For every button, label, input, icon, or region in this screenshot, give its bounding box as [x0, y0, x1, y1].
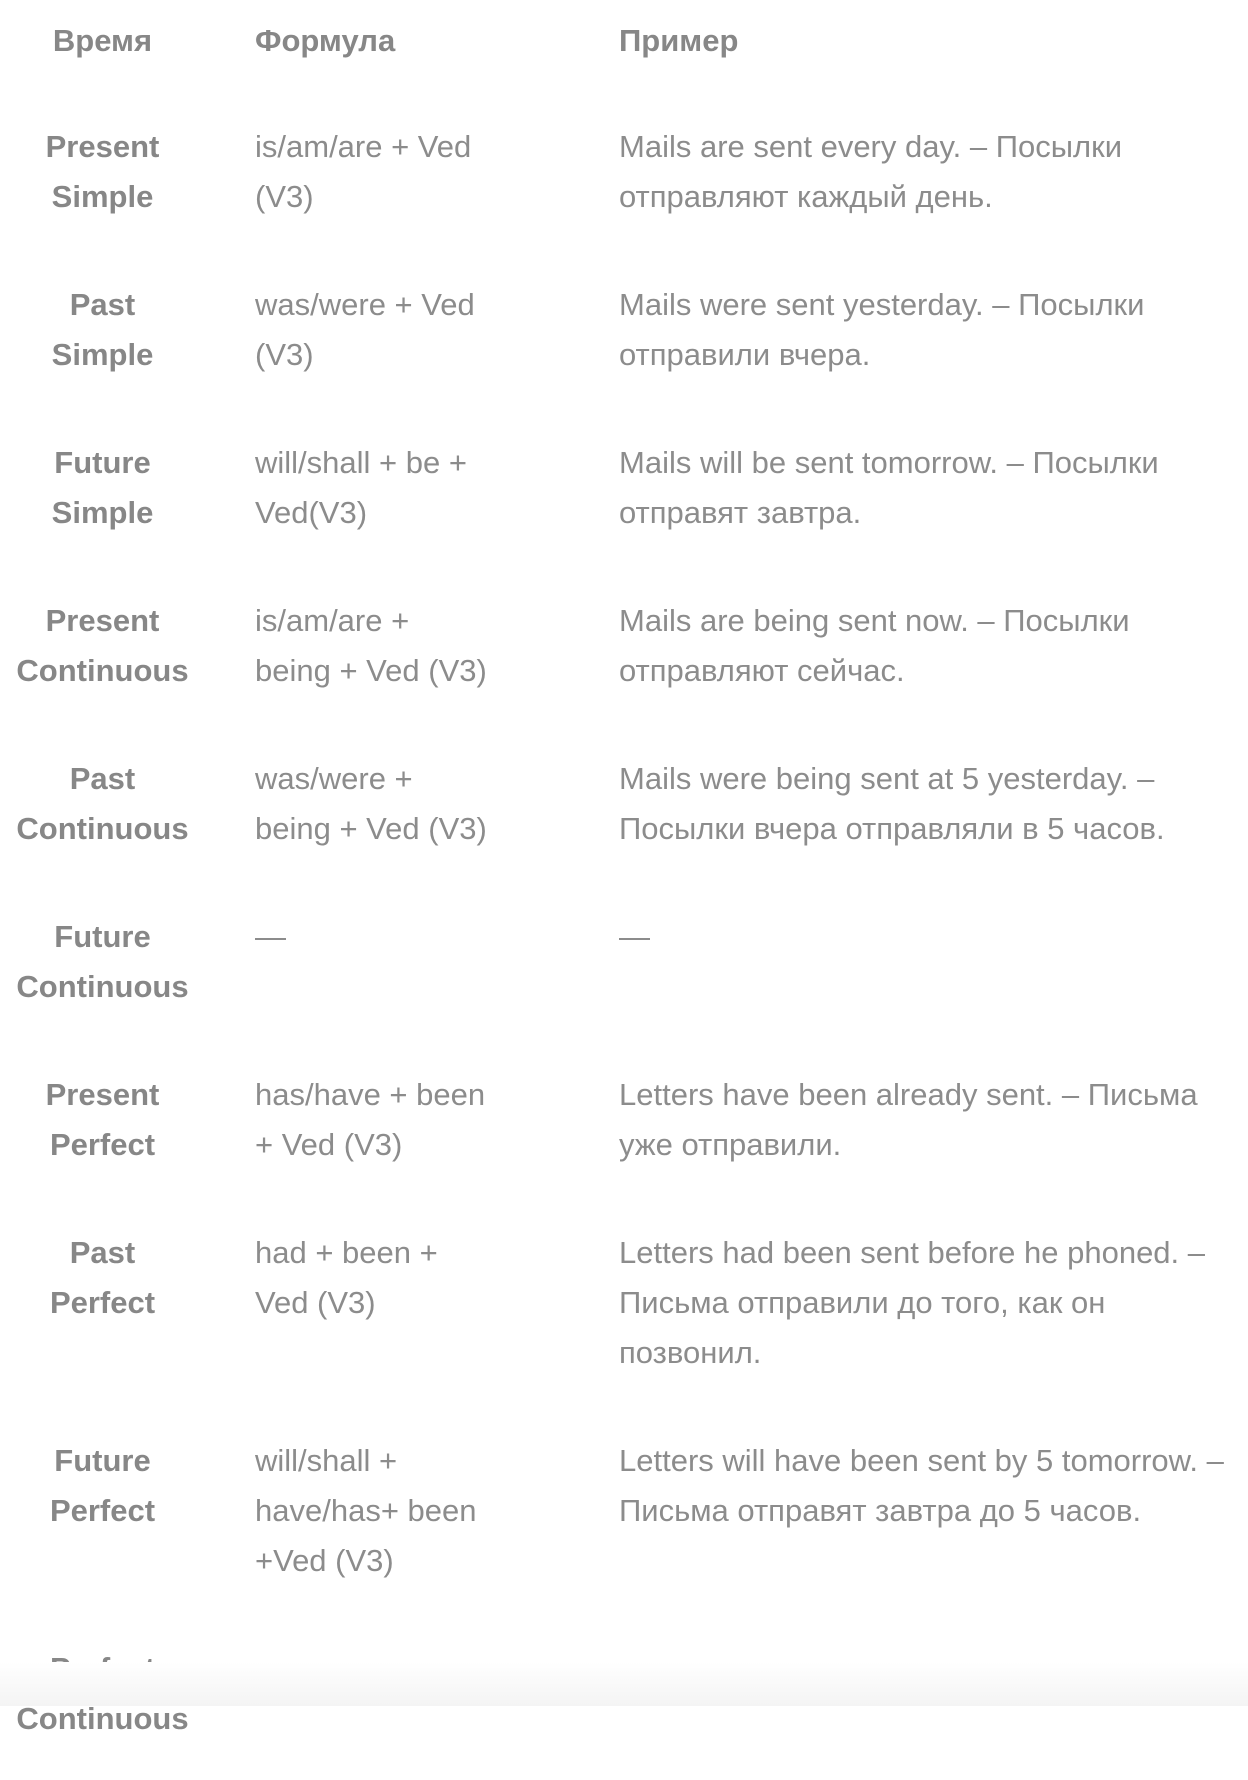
formula-cell-line: have/has+ been — [255, 1493, 477, 1528]
formula-cell-line: was/were + Ved — [255, 287, 475, 322]
table-row: Future Continuous — — — [0, 890, 1248, 1048]
table-row: Present Simple is/am/are + Ved (V3) Mails ar… — [0, 100, 1248, 258]
table-row: Past Simple was/were + Ved (V3) Mails were s… — [0, 258, 1248, 416]
formula-cell-line: is/am/are + Ved — [255, 129, 472, 164]
example-cell-line: Письма отправят завтра до 5 часов. — [619, 1493, 1142, 1528]
example-cell-line: Letters had been sent before he phoned. … — [619, 1235, 1206, 1270]
example-cell-line: Mails were being sent at 5 yesterday. – — [619, 761, 1155, 796]
example-cell: Letters have been already sent. – Письма… — [569, 1048, 1248, 1206]
formula-cell-line: being + Ved (V3) — [255, 653, 487, 688]
example-cell-line: позвонил. — [619, 1335, 762, 1370]
example-cell-line: Mails are being sent now. – Посылки — [619, 603, 1130, 638]
example-cell: — — [569, 890, 1248, 1048]
tense-cell-line: Simple — [51, 337, 154, 372]
example-cell: Mails were sent yesterday. – Посылки отпр… — [569, 258, 1248, 416]
table-header: Время Формула Пример — [0, 0, 1248, 100]
tense-cell: Present Continuous — [0, 574, 205, 732]
tense-cell-line: Perfect — [49, 1285, 156, 1320]
example-cell-line: отправят завтра. — [619, 495, 862, 530]
example-cell: Letters had been sent before he phoned. … — [569, 1206, 1248, 1414]
table-row: Future Simple will/shall + be + Ved(V3) Mail… — [0, 416, 1248, 574]
tense-cell-line: Simple — [51, 495, 154, 530]
tense-cell-line: Continuous — [16, 811, 189, 846]
tense-cell: Past Continuous — [0, 732, 205, 890]
tense-cell-line: Continuous — [16, 653, 189, 688]
tense-cell-line: Future — [54, 445, 151, 480]
tense-cell: Present Simple — [0, 100, 205, 258]
tense-cell-line: Continuous — [16, 969, 189, 1004]
tense-cell-line: Past — [69, 761, 136, 796]
example-cell: Mails will be sent tomorrow. – Посылки от… — [569, 416, 1248, 574]
example-cell-line: Посылки вчера отправляли в 5 часов. — [619, 811, 1165, 846]
header-tense: Время — [52, 23, 153, 58]
formula-cell-line: will/shall + be + — [255, 445, 467, 480]
formula-cell: has/have + been + Ved (V3) — [205, 1048, 569, 1206]
tense-cell: Past Simple — [0, 258, 205, 416]
tense-cell: Future Continuous — [0, 890, 205, 1048]
formula-cell: had + been + Ved (V3) — [205, 1206, 569, 1414]
formula-cell-line: (V3) — [255, 179, 314, 214]
example-cell-line: — — [619, 919, 650, 954]
tense-cell-line: Present — [45, 1077, 160, 1112]
formula-cell: was/were + Ved (V3) — [205, 258, 569, 416]
table-body: Present Simple is/am/are + Ved (V3) Mails ar… — [0, 100, 1248, 1780]
tense-cell-line: Future — [54, 919, 151, 954]
header-formula: Формула — [255, 23, 396, 58]
table-row: Past Continuous was/were + being + Ved (V3)… — [0, 732, 1248, 890]
formula-cell-line: is/am/are + — [255, 603, 410, 638]
page-bottom-fade — [0, 1662, 1248, 1706]
formula-cell-line: (V3) — [255, 337, 314, 372]
example-cell: Mails were being sent at 5 yesterday. – П… — [569, 732, 1248, 890]
formula-cell-line: being + Ved (V3) — [255, 811, 487, 846]
table-row: Future Perfect will/shall + have/has+ been +… — [0, 1414, 1248, 1622]
passive-voice-tense-table: Время Формула Пример Present Simple is/am/… — [0, 0, 1248, 1780]
formula-cell-line: Ved (V3) — [255, 1285, 376, 1320]
tense-cell-line: Simple — [51, 179, 154, 214]
example-cell-line: отправляют каждый день. — [619, 179, 993, 214]
example-cell-line: Mails were sent yesterday. – Посылки — [619, 287, 1145, 322]
example-cell-line: Letters will have been sent by 5 tomorro… — [619, 1443, 1224, 1478]
example-cell-line: уже отправили. — [619, 1127, 842, 1162]
formula-cell-line: had + been + — [255, 1235, 438, 1270]
tense-cell: Future Simple — [0, 416, 205, 574]
header-row: Время Формула Пример — [0, 0, 1248, 100]
example-cell-line: отправили вчера. — [619, 337, 871, 372]
formula-cell: is/am/are + Ved (V3) — [205, 100, 569, 258]
table-row: Past Perfect had + been + Ved (V3) Letters h… — [0, 1206, 1248, 1414]
example-cell: Mails are sent every day. – Посылки отпра… — [569, 100, 1248, 258]
formula-cell: will/shall + be + Ved(V3) — [205, 416, 569, 574]
formula-cell-line: has/have + been — [255, 1077, 486, 1112]
formula-cell-line: — — [255, 919, 286, 954]
formula-cell-line: was/were + — [255, 761, 413, 796]
example-cell-line: Mails will be sent tomorrow. – Посылки — [619, 445, 1159, 480]
tense-cell: Future Perfect — [0, 1414, 205, 1622]
formula-cell-line: + Ved (V3) — [255, 1127, 403, 1162]
table-row: Present Continuous is/am/are + being + Ved … — [0, 574, 1248, 732]
tense-cell-line: Present — [45, 129, 160, 164]
formula-cell: will/shall + have/has+ been +Ved (V3) — [205, 1414, 569, 1622]
tense-cell-line: Present — [45, 603, 160, 638]
tense-cell-line: Past — [69, 1235, 136, 1270]
tense-cell-line: Perfect — [49, 1493, 156, 1528]
example-cell-line: Letters have been already sent. – Письма — [619, 1077, 1198, 1112]
example-cell-line: Mails are sent every day. – Посылки — [619, 129, 1123, 164]
tense-cell: Past Perfect — [0, 1206, 205, 1414]
formula-cell: is/am/are + being + Ved (V3) — [205, 574, 569, 732]
header-example: Пример — [619, 23, 739, 58]
table-row: Present Perfect has/have + been + Ved (V3) L… — [0, 1048, 1248, 1206]
example-cell: Letters will have been sent by 5 tomorro… — [569, 1414, 1248, 1622]
example-cell-line: отправляют сейчас. — [619, 653, 905, 688]
formula-cell-line: will/shall + — [255, 1443, 398, 1478]
tense-cell-line: Perfect — [49, 1127, 156, 1162]
formula-cell: — — [205, 890, 569, 1048]
example-cell-line: Письма отправили до того, как он — [619, 1285, 1106, 1320]
tense-cell-line: Future — [54, 1443, 151, 1478]
formula-cell-line: +Ved (V3) — [255, 1543, 394, 1578]
formula-cell-line: Ved(V3) — [255, 495, 368, 530]
tense-cell-line: Past — [69, 287, 136, 322]
example-cell: Mails are being sent now. – Посылки отпра… — [569, 574, 1248, 732]
tense-cell: Present Perfect — [0, 1048, 205, 1206]
formula-cell: was/were + being + Ved (V3) — [205, 732, 569, 890]
